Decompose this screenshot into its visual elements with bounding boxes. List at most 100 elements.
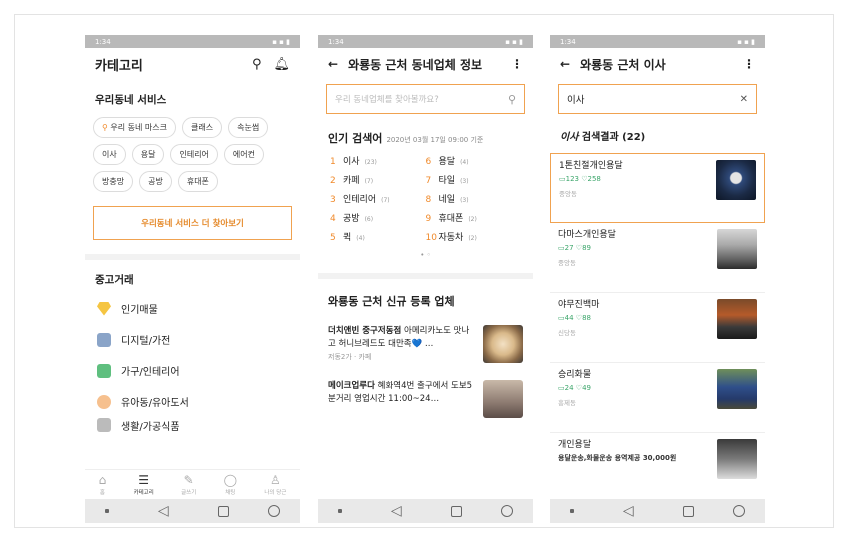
popular-rank: 10 (425, 233, 437, 243)
square-icon[interactable] (682, 505, 694, 517)
pencil-icon: ✎ (183, 472, 194, 487)
popular-term[interactable]: 10 자동차 (2) (426, 230, 522, 243)
phone-category-screen: 1:34 ▪ ▪ ▮ 카테고리 ⚲ 🔔︎ 우리동네 서비스 ⚲ 우리 동네 마스… (85, 35, 300, 523)
popular-term-label: 퀵 (343, 233, 352, 243)
popular-rank: 3 (330, 195, 336, 205)
popular-term[interactable]: 3 인테리어 (7) (330, 192, 426, 205)
chip-mask[interactable]: ⚲ 우리 동네 마스크 (93, 117, 177, 138)
back-arrow-icon[interactable]: ← (328, 57, 338, 71)
popular-rank: 6 (425, 157, 432, 167)
more-services-button[interactable]: 우리동네 서비스 더 찾아보기 (93, 206, 292, 240)
square-icon[interactable] (217, 505, 229, 517)
menu-icon: ☰ (138, 472, 150, 487)
more-vertical-icon[interactable]: ⋮ (743, 57, 755, 71)
new-business-title: 와룡동 근처 신규 등록 업체 (328, 295, 455, 308)
popular-term-label: 타일 (438, 176, 456, 186)
popular-term[interactable]: 6 용달 (4) (426, 154, 522, 167)
screenshot-frame: 1:34 ▪ ▪ ▮ 카테고리 ⚲ 🔔︎ 우리동네 서비스 ⚲ 우리 동네 마스… (14, 14, 834, 528)
chip-workshop[interactable]: 공방 (139, 171, 172, 192)
popular-date: 2020년 03월 17일 09:00 기준 (386, 136, 484, 144)
more-vertical-icon[interactable]: ⋮ (511, 57, 523, 71)
header: ← 와룡동 근처 동네업체 정보 ⋮ (318, 48, 533, 80)
recent-dot-icon[interactable] (569, 509, 574, 513)
recent-dot-icon[interactable] (104, 509, 109, 513)
home-circle-icon[interactable] (501, 505, 514, 517)
home-icon: ⌂ (98, 472, 107, 487)
category-furniture[interactable]: 가구/인테리어 (85, 355, 300, 386)
result-location: 흥제동 (558, 399, 576, 407)
result-stats: ▭24 ♡49 (558, 384, 591, 392)
search-input[interactable]: 이사 ✕ (558, 84, 757, 114)
bell-icon[interactable]: 🔔︎ (273, 57, 290, 72)
search-icon[interactable]: ⚲ (252, 57, 262, 72)
business-sub: 저동2가 · 카페 (328, 353, 372, 361)
tab-chat[interactable]: ◯ 채팅 (224, 474, 237, 496)
tab-my[interactable]: ♙ 나의 당근 (264, 474, 286, 496)
result-item[interactable]: 1톤친절개인용달 ▭123 ♡258 중앙동 (550, 153, 765, 223)
section-title-neighborhood: 우리동네 서비스 (95, 94, 167, 106)
business-name: 메이크업루다 (328, 381, 375, 391)
category-kids[interactable]: 유아동/유아도서 (85, 386, 300, 417)
tab-category[interactable]: ☰ 카테고리 (134, 474, 154, 496)
chip-truck[interactable]: 용달 (131, 144, 165, 165)
result-name: 다마스개인용달 (558, 230, 616, 240)
category-popular[interactable]: 인기매물 (85, 293, 300, 324)
result-thumbnail (716, 160, 756, 200)
square-icon[interactable] (450, 505, 462, 517)
popular-term-label: 공방 (343, 214, 360, 224)
chip-eyelash[interactable]: 속눈썹 (228, 117, 269, 138)
result-stats: ▭27 ♡89 (558, 244, 591, 252)
chip-interior[interactable]: 인테리어 (170, 144, 218, 165)
business-item[interactable]: 메이크업루다 혜화역4번 출구에서 도보5분거리 영업시간 11:00~24… (318, 372, 533, 426)
header: 카테고리 ⚲ 🔔︎ (85, 48, 300, 80)
popular-term[interactable]: 9 휴대폰 (2) (426, 211, 522, 224)
popular-term[interactable]: 2 카페 (7) (330, 173, 426, 186)
back-icon[interactable]: ◁ (148, 503, 178, 519)
popular-term[interactable]: 4 공방 (6) (330, 211, 426, 224)
chip-aircon[interactable]: 에어컨 (223, 144, 265, 165)
popular-term-label: 네일 (438, 195, 456, 205)
comment-icon: ▭ (558, 314, 565, 322)
result-item[interactable]: 개인용달 용달운송,화물운송 용역제공 30,000원 (550, 433, 765, 503)
baby-icon (97, 394, 111, 409)
result-item[interactable]: 야무진백마 ▭44 ♡88 신당동 (550, 293, 765, 363)
person-icon: ♙ (269, 472, 281, 487)
chip-phone[interactable]: 휴대폰 (177, 171, 218, 192)
clear-icon[interactable]: ✕ (740, 94, 748, 105)
chat-icon: ◯ (223, 472, 238, 487)
result-name: 개인용달 (558, 440, 592, 450)
business-item[interactable]: 더치앤빈 중구저동점 아메리카노도 맛나고 허니브레드도 대만족💙 … 저동2가… (318, 317, 533, 372)
search-icon[interactable]: ⚲ (508, 93, 516, 106)
result-item[interactable]: 다마스개인용달 ▭27 ♡89 중앙동 (550, 223, 765, 293)
popular-term[interactable]: 7 타일 (3) (426, 173, 522, 186)
chip-screen[interactable]: 방충망 (93, 171, 134, 192)
recent-dot-icon[interactable] (337, 509, 342, 513)
popular-count: (7) (364, 178, 374, 185)
result-item[interactable]: 승리화물 ▭24 ♡49 흥제동 (550, 363, 765, 433)
business-search-field[interactable]: 우리 동네업체를 찾아볼까요? ⚲ (326, 84, 525, 114)
tab-write[interactable]: ✎ 글쓰기 (181, 474, 196, 496)
page-title: 카테고리 (95, 58, 143, 74)
popular-term[interactable]: 1 이사 (23) (330, 154, 426, 167)
category-living[interactable]: 생활/가공식품 (85, 417, 300, 433)
back-icon[interactable]: ◁ (381, 503, 411, 519)
result-thumbnail (717, 299, 757, 339)
popular-count: (3) (460, 178, 469, 185)
tab-home[interactable]: ⌂ 홈 (99, 474, 107, 496)
business-name: 더치앤빈 중구저동점 (328, 326, 402, 336)
home-circle-icon[interactable] (268, 505, 281, 517)
business-thumbnail (483, 325, 523, 363)
phone-search-result-screen: 1:34 ▪ ▪ ▮ ← 와룡동 근처 이사 ⋮ 이사 ✕ 이사 검색결과 (22… (550, 35, 765, 523)
status-time: 1:34 (95, 37, 111, 46)
popular-term[interactable]: 5 퀵 (4) (330, 230, 426, 243)
category-digital[interactable]: 디지털/가전 (85, 324, 300, 355)
popular-count: (23) (364, 159, 377, 166)
popular-header: 인기 검색어 2020년 03월 17일 09:00 기준 (328, 132, 484, 145)
status-bar: 1:34 ▪ ▪ ▮ (550, 35, 765, 48)
back-icon[interactable]: ◁ (613, 503, 643, 519)
home-circle-icon[interactable] (733, 505, 746, 517)
chip-moving[interactable]: 이사 (93, 144, 126, 165)
chip-class[interactable]: 클래스 (182, 117, 223, 138)
popular-term[interactable]: 8 네일 (3) (426, 192, 522, 205)
back-arrow-icon[interactable]: ← (560, 57, 570, 71)
